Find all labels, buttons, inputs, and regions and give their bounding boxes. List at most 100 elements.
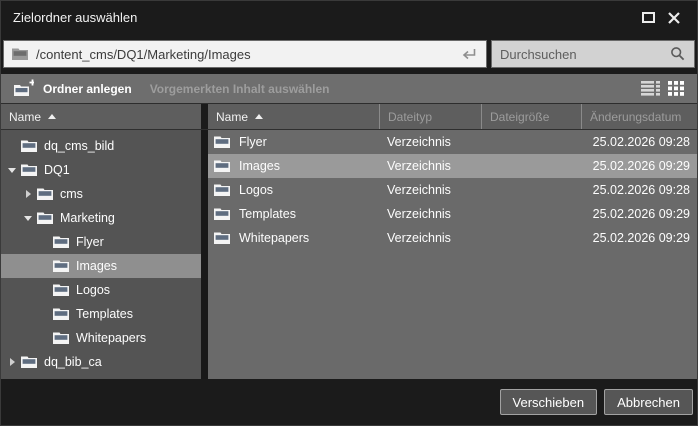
- sort-asc-icon: [48, 114, 56, 119]
- move-button[interactable]: Verschieben: [500, 389, 598, 415]
- folder-icon: [214, 207, 230, 221]
- toolbar: Ordner anlegen Vorgemerkten Inhalt auswä…: [1, 74, 697, 104]
- tree-item-whitepapers[interactable]: Whitepapers: [1, 326, 201, 350]
- cancel-button[interactable]: Abbrechen: [604, 389, 693, 415]
- table-row-images-selected[interactable]: Images Verzeichnis 25.02.2026 09:29: [208, 154, 697, 178]
- dialog-title: Zielordner auswählen: [13, 10, 635, 25]
- close-icon: [667, 11, 681, 25]
- cell-modified: 25.02.2026 09:28: [581, 183, 697, 197]
- row-name-label: Whitepapers: [239, 231, 309, 245]
- cell-name: Logos: [208, 183, 379, 197]
- create-folder-button[interactable]: Ordner anlegen: [9, 74, 136, 103]
- close-button[interactable]: [661, 7, 687, 29]
- current-path: /content_cms/DQ1/Marketing/Images: [36, 47, 460, 62]
- tree-item-label: Marketing: [60, 211, 115, 225]
- tree-item-label: cms: [60, 187, 83, 201]
- cell-modified: 25.02.2026 09:29: [581, 207, 697, 221]
- folder-icon: [53, 259, 69, 273]
- column-header-name[interactable]: Name: [208, 104, 379, 129]
- grid-view-button[interactable]: [663, 78, 689, 100]
- tree-item-marketing[interactable]: Marketing: [1, 206, 201, 230]
- cell-filetype: Verzeichnis: [379, 231, 481, 245]
- table-row-templates[interactable]: Templates Verzeichnis 25.02.2026 09:29: [208, 202, 697, 226]
- path-input[interactable]: /content_cms/DQ1/Marketing/Images: [3, 40, 487, 68]
- folder-icon: [214, 135, 230, 149]
- table-row-whitepapers[interactable]: Whitepapers Verzeichnis 25.02.2026 09:29: [208, 226, 697, 250]
- file-list: Flyer Verzeichnis 25.02.2026 09:28 Image…: [208, 130, 697, 379]
- tree-item-label: dq_bib_ca: [44, 355, 102, 369]
- grid-view-icon: [668, 81, 684, 96]
- tree-item-flyer[interactable]: Flyer: [1, 230, 201, 254]
- row-name-label: Templates: [239, 207, 296, 221]
- column-headers: Name Name Dateityp Dateigröße Änderungsd…: [1, 104, 697, 130]
- search-placeholder: Durchsuchen: [500, 47, 670, 62]
- expander-collapsed-icon[interactable]: [5, 358, 19, 366]
- title-bar: Zielordner auswählen: [1, 1, 697, 34]
- tree-item-dq_cms_bild[interactable]: dq_cms_bild: [1, 134, 201, 158]
- expander-expanded-icon[interactable]: [5, 168, 19, 173]
- folder-icon: [214, 159, 230, 173]
- folder-icon: [53, 331, 69, 345]
- dialog-select-target-folder: Zielordner auswählen /content_cms/DQ1/Ma…: [0, 0, 698, 426]
- folder-icon: [37, 187, 53, 201]
- cell-filetype: Verzeichnis: [379, 135, 481, 149]
- maximize-icon: [642, 12, 655, 23]
- column-header-label: Änderungsdatum: [590, 110, 681, 124]
- cell-name: Flyer: [208, 135, 379, 149]
- tree-item-label: Logos: [76, 283, 110, 297]
- column-header-label: Dateigröße: [490, 110, 549, 124]
- folder-icon: [53, 283, 69, 297]
- cell-filetype: Verzeichnis: [379, 183, 481, 197]
- tree-item-label: Whitepapers: [76, 331, 146, 345]
- folder-icon: [21, 163, 37, 177]
- tree-item-dq_bib_ca[interactable]: dq_bib_ca: [1, 350, 201, 374]
- panel-divider[interactable]: [201, 104, 208, 129]
- address-row: /content_cms/DQ1/Marketing/Images Durchs…: [1, 34, 697, 74]
- tree-item-label: dq_cms_bild: [44, 139, 114, 153]
- tree-item-images-selected[interactable]: Images: [1, 254, 201, 278]
- row-name-label: Images: [239, 159, 280, 173]
- panel-splitter[interactable]: [201, 130, 208, 379]
- column-header-filetype[interactable]: Dateityp: [379, 104, 481, 129]
- tree-item-dq1[interactable]: DQ1: [1, 158, 201, 182]
- tree-item-templates[interactable]: Templates: [1, 302, 201, 326]
- expander-expanded-icon[interactable]: [21, 216, 35, 221]
- folder-icon: [12, 47, 28, 61]
- list-view-button[interactable]: [637, 78, 663, 100]
- maximize-button[interactable]: [635, 7, 661, 29]
- tree-item-label: Templates: [76, 307, 133, 321]
- cell-modified: 25.02.2026 09:29: [581, 159, 697, 173]
- select-marked-content-button[interactable]: Vorgemerkten Inhalt auswählen: [150, 82, 330, 96]
- tree-header-name[interactable]: Name: [1, 104, 201, 129]
- folder-icon: [53, 235, 69, 249]
- tree-item-logos[interactable]: Logos: [1, 278, 201, 302]
- tree-item-label: DQ1: [44, 163, 70, 177]
- folder-plus-icon: [13, 79, 34, 98]
- folder-tree: dq_cms_bild DQ1 cms Marketing Flyer: [1, 130, 201, 379]
- folder-icon: [214, 231, 230, 245]
- sort-asc-icon: [255, 114, 263, 119]
- column-header-filesize[interactable]: Dateigröße: [481, 104, 581, 129]
- search-input[interactable]: Durchsuchen: [491, 40, 695, 68]
- folder-icon: [53, 307, 69, 321]
- cell-filetype: Verzeichnis: [379, 159, 481, 173]
- table-row-logos[interactable]: Logos Verzeichnis 25.02.2026 09:28: [208, 178, 697, 202]
- cell-modified: 25.02.2026 09:28: [581, 135, 697, 149]
- enter-icon[interactable]: [460, 46, 478, 62]
- column-header-modified[interactable]: Änderungsdatum: [581, 104, 697, 129]
- create-folder-label: Ordner anlegen: [43, 82, 132, 96]
- tree-item-cms[interactable]: cms: [1, 182, 201, 206]
- row-name-label: Logos: [239, 183, 273, 197]
- folder-icon: [21, 139, 37, 153]
- tree-item-label: Flyer: [76, 235, 104, 249]
- expander-collapsed-icon[interactable]: [21, 190, 35, 198]
- table-row-flyer[interactable]: Flyer Verzeichnis 25.02.2026 09:28: [208, 130, 697, 154]
- search-icon[interactable]: [670, 46, 686, 62]
- column-header-label: Name: [216, 110, 248, 124]
- tree-header-label: Name: [9, 110, 41, 124]
- footer-bar: Verschieben Abbrechen: [1, 379, 697, 425]
- cell-name: Whitepapers: [208, 231, 379, 245]
- folder-icon: [37, 211, 53, 225]
- folder-icon: [214, 183, 230, 197]
- cell-filetype: Verzeichnis: [379, 207, 481, 221]
